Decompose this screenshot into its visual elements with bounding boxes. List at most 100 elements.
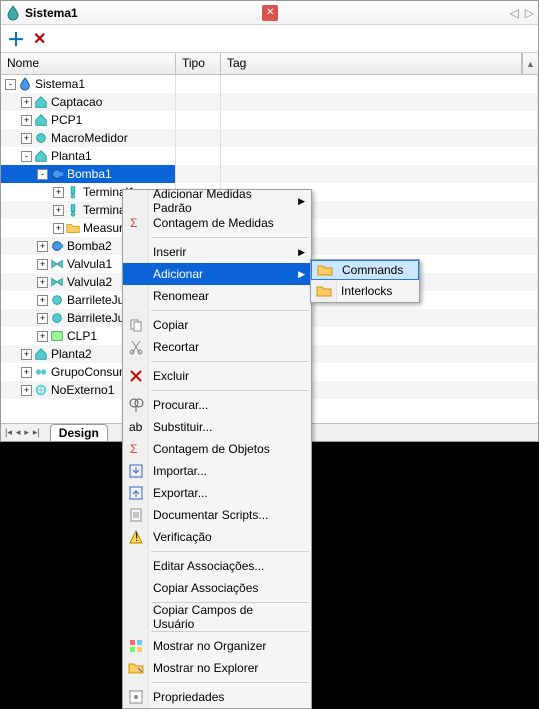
node-label: Captacao [51,95,102,109]
nav-first[interactable]: |◂ [5,427,12,438]
expander[interactable]: + [21,115,32,126]
menu-label: Renomear [153,289,209,303]
menu-label: Documentar Scripts... [153,508,268,522]
menu-item[interactable]: Mostrar no Explorer [123,657,311,679]
term-icon [66,185,80,199]
expander[interactable]: + [37,313,48,324]
submenu-arrow-icon: ▶ [298,269,305,280]
svg-text:Σ: Σ [130,216,137,230]
copy-icon [128,317,144,333]
menu-item[interactable]: Recortar [123,336,311,358]
expander[interactable]: + [21,385,32,396]
submenu: Commands Interlocks [310,259,420,303]
warn-icon: ! [128,529,144,545]
submenu-item[interactable]: Interlocks [311,280,419,302]
house-teal-icon [34,113,48,127]
menu-label: Adicionar Medidas Padrão [153,187,293,215]
expander[interactable]: - [5,79,16,90]
expander[interactable]: + [37,277,48,288]
sigma-icon: Σ [128,215,144,231]
menu-item[interactable]: Documentar Scripts... [123,504,311,526]
expander[interactable]: - [37,169,48,180]
tree-row[interactable]: -Planta1 [1,147,538,165]
submenu-arrow-icon: ▶ [298,196,305,207]
menu-label: Importar... [153,464,207,478]
col-tag[interactable]: Tag [221,53,522,74]
menu-item[interactable]: Adicionar▶ [123,263,311,285]
house-teal-icon [34,347,48,361]
submenu-arrow-icon: ▶ [298,247,305,258]
tree-row[interactable]: + Captacao [1,93,538,111]
expander[interactable]: + [53,205,64,216]
menu-item[interactable]: Editar Associações... [123,555,311,577]
menu-item[interactable]: Inserir▶ [123,241,311,263]
folder-y-icon [317,262,333,278]
org-icon [128,638,144,654]
expander[interactable]: + [21,97,32,108]
menu-label: Copiar [153,318,188,332]
menu-label: Editar Associações... [153,559,264,573]
menu-item[interactable]: Copiar Campos de Usuário [123,606,311,628]
menu-item[interactable]: Excluir [123,365,311,387]
submenu-label: Interlocks [341,284,392,298]
menu-label: Procurar... [153,398,208,412]
menu-item[interactable]: Importar... [123,460,311,482]
expander[interactable]: + [37,295,48,306]
node-label: Bomba2 [67,239,112,253]
tree-row[interactable]: +PCP1 [1,111,538,129]
nav-next[interactable]: ▸ [24,427,29,438]
menu-item[interactable]: ΣContagem de Objetos [123,438,311,460]
nav-last[interactable]: ▸| [33,427,40,438]
col-name[interactable]: Nome [1,53,176,74]
node-label: NoExterno1 [51,383,114,397]
expander[interactable]: + [37,331,48,342]
expander[interactable]: + [37,241,48,252]
menu-item[interactable]: Procurar... [123,394,311,416]
menu-item[interactable]: Copiar [123,314,311,336]
node-label: MacroMedidor [51,131,128,145]
doc-icon [128,507,144,523]
menu-item[interactable]: Copiar Associações [123,577,311,599]
submenu-label: Commands [342,263,403,277]
add-button[interactable]: ＋ [7,26,25,52]
menu-label: Substituir... [153,420,212,434]
menu-item[interactable]: Propriedades [123,686,311,708]
expander[interactable]: + [37,259,48,270]
expander[interactable]: - [21,151,32,162]
col-tipo[interactable]: Tipo [176,53,221,74]
expander[interactable]: + [53,187,64,198]
menu-item[interactable]: Renomear [123,285,311,307]
ext-icon [34,383,48,397]
menu-item[interactable]: abSubstituir... [123,416,311,438]
menu-item[interactable]: Adicionar Medidas Padrão ▶ [123,190,311,212]
delete-button[interactable]: ✕ [33,29,46,49]
expander[interactable]: + [21,349,32,360]
node-label: Valvula1 [67,257,112,271]
next-arrow[interactable]: ▷ [525,6,534,20]
submenu-item[interactable]: Commands [311,260,419,280]
pump-blue-icon [50,167,64,181]
expander[interactable]: + [21,367,32,378]
find-icon [128,397,144,413]
scroll-up[interactable]: ▲ [522,53,538,74]
node-label: Valvula2 [67,275,112,289]
tree-row[interactable]: + MacroMedidor [1,129,538,147]
valve-icon [50,275,64,289]
design-tab[interactable]: Design [50,424,108,441]
menu-item[interactable]: ΣContagem de Medidas [123,212,311,234]
tree-row[interactable]: -Bomba1 [1,165,538,183]
menu-item[interactable]: !Verificação [123,526,311,548]
expander[interactable]: + [53,223,64,234]
drop-blue-icon [18,77,32,91]
menu-item[interactable]: Exportar... [123,482,311,504]
close-tab-button[interactable]: ✕ [262,5,278,21]
pump-blue-icon [50,239,64,253]
context-menu: Adicionar Medidas Padrão ▶ ΣContagem de Me… [122,189,312,709]
menu-label: Mostrar no Organizer [153,639,266,653]
tree-row[interactable]: -Sistema1 [1,75,538,93]
expander[interactable]: + [21,133,32,144]
menu-item[interactable]: Mostrar no Organizer [123,635,311,657]
prev-arrow[interactable]: ◁ [510,6,519,20]
nav-prev[interactable]: ◂ [16,427,21,438]
folder-icon [66,221,80,235]
